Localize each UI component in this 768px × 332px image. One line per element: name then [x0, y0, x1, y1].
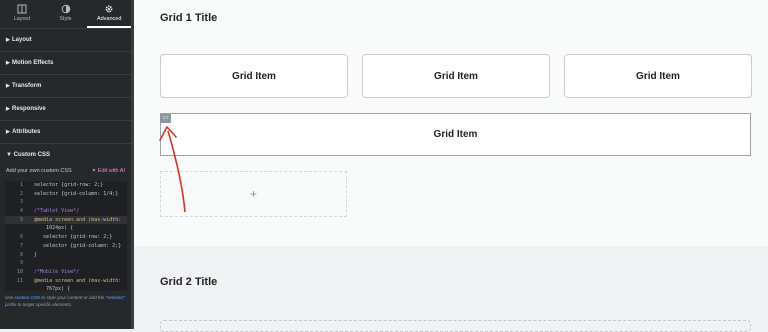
custom-css-link[interactable]: custom CSS — [14, 295, 40, 300]
section-responsive[interactable]: ▶ Responsive — [0, 98, 131, 121]
section-motion-effects[interactable]: ▶ Motion Effects — [0, 52, 131, 75]
line-number: 9 — [19, 260, 23, 267]
sparkle-icon: ✦ — [91, 168, 97, 174]
grid2-title[interactable]: Grid 2 Title — [160, 276, 217, 288]
editor-panel: Layout Style Advanced ▶ Layout ▶ Motion Ef… — [0, 0, 132, 329]
code-text: } — [28, 251, 38, 258]
grid-item-3[interactable]: Grid Item — [564, 54, 752, 98]
line-number: 4 — [19, 208, 23, 215]
line-number: 6 — [19, 234, 23, 241]
caret-down-icon: ▼ — [6, 152, 12, 158]
section-custom-css[interactable]: ▼ Custom CSS — [0, 144, 131, 164]
code-text: @media screen and (max-width: — [28, 216, 122, 223]
code-line[interactable]: 1 selector {grid-row: 2;} — [5, 181, 127, 190]
line-number: 8 — [19, 251, 23, 258]
line-number: 3 — [19, 199, 23, 206]
code-line[interactable]: 1024px) { — [5, 224, 127, 233]
code-line[interactable]: 6 selector {grid-row: 2;} — [5, 233, 127, 242]
edit-with-ai-button[interactable]: ✦ Edit with AI — [92, 164, 125, 178]
code-line[interactable]: 7 selector {grid-column: 2;} — [5, 242, 127, 251]
code-line[interactable]: 2 selector {grid-column: 1/4;} — [5, 190, 127, 199]
css-code-editor[interactable]: 1 selector {grid-row: 2;} 2 selector {gri… — [5, 181, 127, 291]
grid-item-1[interactable]: Grid Item — [160, 54, 348, 98]
grid1-title[interactable]: Grid 1 Title — [160, 12, 217, 24]
tab-style[interactable]: Style — [44, 0, 88, 28]
line-number: 1 — [19, 182, 23, 188]
code-line[interactable]: 10 /*Mobile View*/ — [5, 268, 127, 277]
code-line[interactable]: 5 @media screen and (max-width: — [5, 215, 127, 225]
section-attributes[interactable]: ▶ Attributes — [0, 121, 131, 144]
tab-advanced[interactable]: Advanced — [87, 0, 132, 28]
section-layout[interactable]: ▶ Layout — [0, 29, 131, 52]
gear-icon — [105, 5, 113, 13]
code-line[interactable]: 8 } — [5, 251, 127, 260]
section-label: Layout — [12, 37, 32, 43]
edit-with-ai-label: Edit with AI — [97, 168, 125, 174]
code-text: /*Tablet View*/ — [28, 208, 80, 215]
custom-css-prompt: Add your own custom CSS — [6, 168, 72, 174]
help-text: to style your content or add the — [39, 295, 106, 300]
code-line[interactable]: 4 /*Tablet View*/ — [5, 207, 127, 216]
line-number — [5, 224, 28, 233]
code-text: selector {grid-row: 2;} — [28, 182, 104, 188]
tab-layout[interactable]: Layout — [0, 0, 44, 28]
line-number — [5, 285, 28, 291]
grid1-section[interactable]: Grid 1 Title Grid Item Grid Item Grid It… — [134, 0, 768, 246]
add-element-button[interactable]: + — [160, 171, 347, 217]
custom-css-row: Add your own custom CSS ✦ Edit with AI — [0, 164, 131, 178]
code-text: selector {grid-column: 1/4;} — [28, 190, 119, 197]
tab-style-label: Style — [59, 16, 72, 22]
section-label: Transform — [12, 83, 42, 89]
line-number: 7 — [19, 242, 23, 249]
grid-item-wide[interactable]: Grid Item — [160, 113, 751, 156]
tab-advanced-label: Advanced — [96, 16, 122, 22]
code-text: 1024px) { — [28, 225, 74, 232]
code-text: @media screen and (max-width: — [28, 277, 122, 284]
section-label: Custom CSS — [13, 152, 50, 158]
section-label: Responsive — [12, 106, 46, 112]
help-text: to target specific elements. — [16, 301, 73, 307]
section-transform[interactable]: ▶ Transform — [0, 75, 131, 98]
line-number: 5 — [19, 216, 23, 223]
page-canvas: Grid 1 Title Grid Item Grid Item Grid It… — [134, 0, 768, 332]
grid2-section[interactable]: Grid 2 Title — [134, 246, 768, 329]
grid2-container[interactable] — [160, 320, 751, 332]
element-handle-icon[interactable]: ▭ — [160, 114, 171, 123]
code-text: 767px) { — [28, 286, 71, 291]
style-icon — [61, 4, 70, 14]
layout-icon — [17, 4, 27, 14]
line-number: 2 — [19, 190, 23, 197]
line-number: 11 — [16, 277, 23, 284]
panel-tabs: Layout Style Advanced — [0, 0, 132, 29]
custom-css-help: Use custom CSS to style your content or … — [5, 295, 129, 308]
code-line[interactable]: 3 — [5, 198, 127, 207]
code-text: selector {grid-row: 2;} — [28, 234, 113, 241]
tab-layout-label: Layout — [13, 16, 31, 22]
code-line[interactable]: 767px) { — [5, 285, 127, 291]
section-label: Motion Effects — [12, 60, 54, 66]
code-text: selector {grid-column: 2;} — [28, 242, 122, 249]
code-text: /*Mobile View*/ — [28, 268, 80, 275]
code-line[interactable]: 9 — [5, 259, 127, 268]
line-number: 10 — [16, 268, 23, 275]
code-line[interactable]: 11 @media screen and (max-width: — [5, 277, 127, 286]
grid-item-2[interactable]: Grid Item — [362, 54, 550, 98]
section-label: Attributes — [12, 129, 41, 135]
